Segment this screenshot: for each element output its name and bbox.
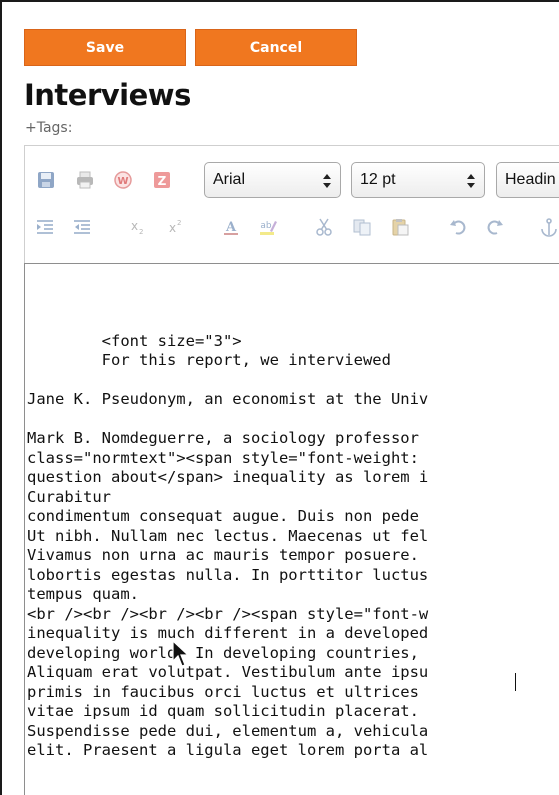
svg-text:x: x xyxy=(169,221,176,235)
subscript-icon[interactable]: x2 xyxy=(125,215,149,239)
cancel-button[interactable]: Cancel xyxy=(195,29,357,66)
svg-text:ab: ab xyxy=(260,221,272,231)
window-frame-top xyxy=(0,0,559,2)
svg-text:A: A xyxy=(225,220,237,235)
editor-line: For this report, we interviewed xyxy=(27,351,391,369)
editor-line: <br /><br /><br /><br /><span style="fon… xyxy=(27,604,429,623)
svg-text:2: 2 xyxy=(177,219,181,227)
font-family-select[interactable]: Arial xyxy=(204,162,341,198)
redo-icon[interactable] xyxy=(483,215,507,239)
editor-line: developing world. In developing countrie… xyxy=(27,643,419,662)
editor-line: vitae ipsum id quam sollicitudin placera… xyxy=(27,702,419,720)
editor-line: Vivamus non urna ac mauris tempor posuer… xyxy=(27,546,419,564)
zoho-icon[interactable]: Z xyxy=(150,168,174,192)
print-icon[interactable] xyxy=(73,168,97,192)
editor-line: question about</span> inequality as lore… xyxy=(27,468,429,486)
undo-icon[interactable] xyxy=(446,215,470,239)
editor-line: Aliquam erat volutpat. Vestibulum ante i… xyxy=(27,663,429,681)
editor-line: Jane K. Pseudonym, an economist at the U… xyxy=(27,390,429,408)
select-arrows-icon xyxy=(467,174,475,188)
svg-text:Z: Z xyxy=(158,174,167,188)
editor-line: Mark B. Nomdeguerre, a sociology profess… xyxy=(27,429,419,447)
word-icon[interactable]: W xyxy=(111,168,135,192)
editor-line: inequality is much different in a develo… xyxy=(27,624,429,642)
copy-icon[interactable] xyxy=(350,215,374,239)
save-icon[interactable] xyxy=(34,168,58,192)
editor-line: <font size="3"> xyxy=(27,331,242,350)
cut-icon[interactable] xyxy=(312,215,336,239)
editor-line: Suspendisse pede dui, elementum a, vehic… xyxy=(27,721,429,740)
text-caret xyxy=(515,673,516,691)
superscript-icon[interactable]: x2 xyxy=(163,215,187,239)
add-tags-link[interactable]: +Tags: xyxy=(25,120,72,136)
mouse-pointer-icon xyxy=(172,640,190,667)
html-source-editor[interactable]: <font size="3"> For this report, we inte… xyxy=(24,263,559,795)
font-family-value: Arial xyxy=(213,171,246,188)
svg-text:x: x xyxy=(131,219,138,233)
editor-line: primis in faucibus orci luctus et ultric… xyxy=(27,682,419,701)
editor-line: class="normtext"><span style="font-weigh… xyxy=(27,448,419,467)
editor-text: <font size="3"> For this report, we inte… xyxy=(27,312,428,761)
indent-icon[interactable] xyxy=(33,215,57,239)
editor-line: Ut nibh. Nullam nec lectus. Maecenas ut … xyxy=(27,526,429,545)
save-button[interactable]: Save xyxy=(24,29,186,66)
svg-text:2: 2 xyxy=(139,228,143,236)
select-arrows-icon xyxy=(323,174,331,188)
editor-line: elit. Praesent a ligula eget lorem porta… xyxy=(27,741,429,759)
font-color-icon[interactable]: A xyxy=(219,215,243,239)
block-format-value: Headin xyxy=(505,171,556,188)
font-size-select[interactable]: 12 pt xyxy=(351,162,485,198)
editor-line: tempus quam. xyxy=(27,585,139,603)
window-frame-left xyxy=(0,0,2,795)
editor-line: lobortis egestas nulla. In porttitor luc… xyxy=(27,565,429,584)
page-title: Interviews xyxy=(24,78,191,112)
editor-line: Curabitur xyxy=(27,487,111,506)
anchor-icon[interactable] xyxy=(537,215,559,239)
editor-line: condimentum consequat augue. Duis non pe… xyxy=(27,507,419,525)
highlight-color-icon[interactable]: ab xyxy=(256,215,280,239)
font-size-value: 12 pt xyxy=(360,171,396,188)
svg-text:W: W xyxy=(117,176,128,187)
outdent-icon[interactable] xyxy=(70,215,94,239)
block-format-select[interactable]: Headin xyxy=(496,162,559,198)
paste-icon[interactable] xyxy=(388,215,412,239)
